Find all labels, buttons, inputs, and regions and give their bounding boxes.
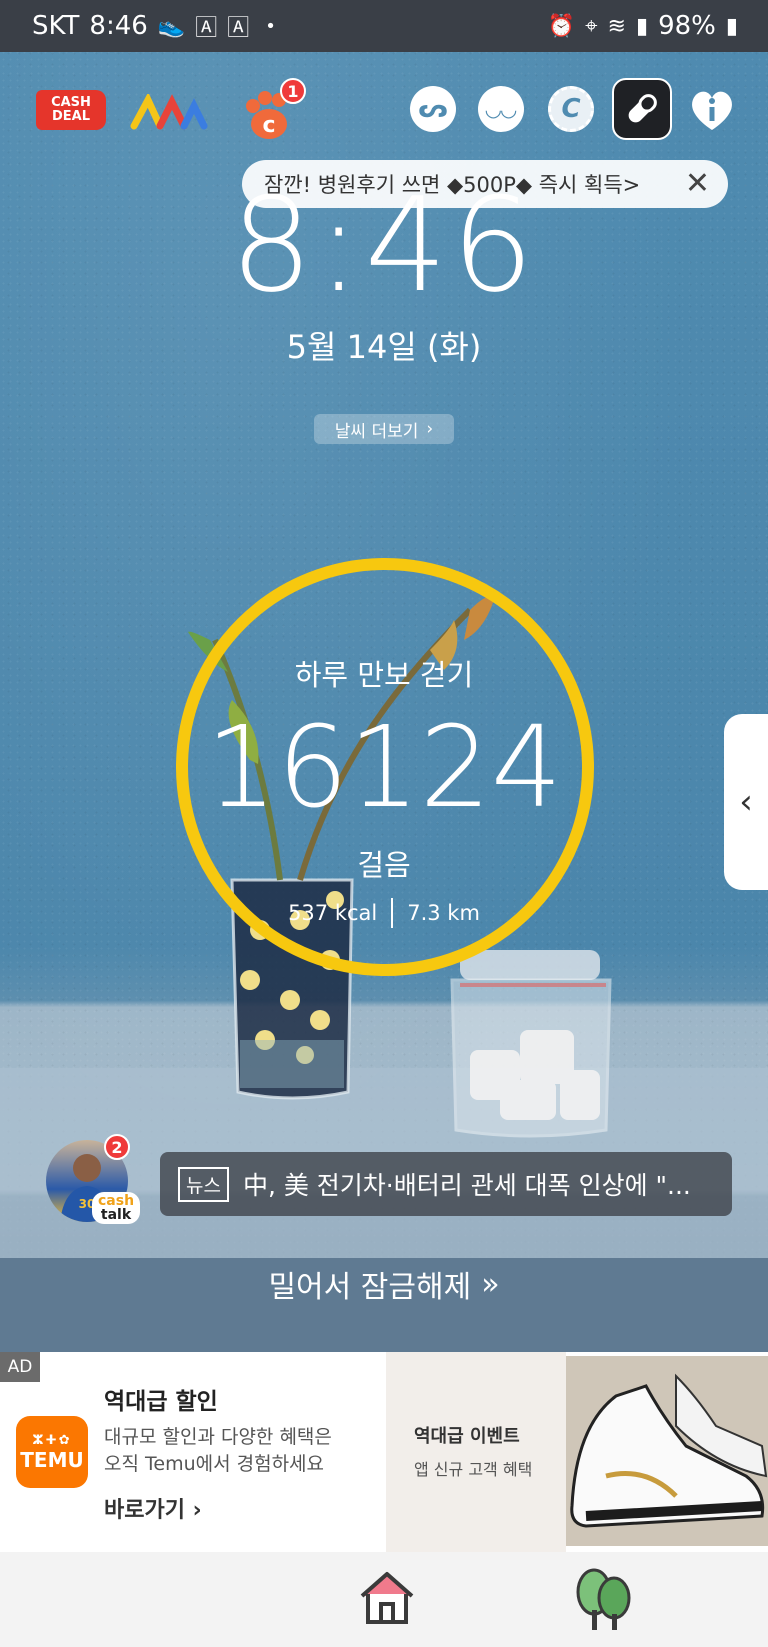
- tree-icon: [576, 1568, 631, 1630]
- status-left: SKT 8:46 👟 🄰 🄰 •: [32, 10, 276, 42]
- close-icon[interactable]: ✕: [685, 166, 710, 202]
- step-goal-title: 하루 만보 걷기: [294, 658, 474, 692]
- cash-deal-line1: CASH: [51, 95, 91, 110]
- weather-more-label: 날씨 더보기: [334, 421, 419, 442]
- brand-a-logo-icon: [130, 94, 208, 130]
- eye-app-button[interactable]: ◡◡: [478, 86, 524, 132]
- s-app-button[interactable]: ᔕ: [410, 86, 456, 132]
- pill-app-button[interactable]: [612, 78, 672, 140]
- weather-more-button[interactable]: 날씨 더보기 ›: [314, 414, 454, 444]
- temu-logo: ⵣⵜ✿ TEMU: [16, 1416, 88, 1488]
- svg-text:c: c: [262, 113, 275, 138]
- ad-banner[interactable]: AD ⵣⵜ✿ TEMU 역대급 할인 대규모 할인과 다양한 혜택은 오직 Te…: [0, 1352, 768, 1552]
- ad-event-title: 역대급 이벤트: [414, 1426, 520, 1447]
- status-bar: SKT 8:46 👟 🄰 🄰 • ⏰ ⌖ ≋ ▮ 98% ▮: [0, 0, 768, 52]
- cash-talk-tag: cash talk: [92, 1192, 141, 1224]
- status-right: ⏰ ⌖ ≋ ▮ 98% ▮: [548, 11, 738, 41]
- cash-talk-tag-line2: talk: [100, 1207, 132, 1223]
- calories-value: 537 kcal: [288, 901, 378, 925]
- ad-headline: 역대급 할인: [104, 1389, 218, 1415]
- promo-toast[interactable]: 잠깐! 병원후기 쓰면 ◆500P◆ 즉시 획득> ✕: [242, 160, 728, 208]
- ad-desc-line2: 오직 Temu에서 경험하세요: [104, 1453, 325, 1475]
- carrier-label: SKT: [32, 11, 80, 41]
- cash-deal-button[interactable]: CASH DEAL: [36, 90, 106, 130]
- battery-percent: 98%: [658, 11, 716, 41]
- location-icon: ⌖: [585, 13, 598, 39]
- s-swirl-icon: ᔕ: [418, 94, 448, 124]
- step-stats: 537 kcal 7.3 km: [0, 898, 768, 928]
- ad-event-panel[interactable]: 역대급 이벤트 앱 신규 고객 혜택: [386, 1352, 566, 1552]
- chevron-right-icon: ›: [192, 1498, 202, 1523]
- ad-cta-link[interactable]: 바로가기 ›: [104, 1492, 202, 1524]
- more-notifications-dot: •: [265, 15, 276, 37]
- side-panel-handle[interactable]: ‹: [724, 714, 768, 890]
- alarm-icon: ⏰: [547, 13, 576, 39]
- news-tag: 뉴스: [178, 1166, 229, 1202]
- heart-info-button[interactable]: [686, 84, 738, 136]
- step-unit: 걸음: [357, 848, 411, 882]
- heart-info-icon: [692, 91, 732, 130]
- ad-cta-label: 바로가기: [104, 1498, 185, 1523]
- cash-deal-line2: DEAL: [51, 109, 91, 124]
- ad-label: AD: [0, 1352, 40, 1382]
- cash-talk-badge: 2: [104, 1134, 130, 1160]
- notification-icon-1: 🄰: [195, 16, 218, 41]
- notification-icon-2: 🄰: [227, 16, 250, 41]
- news-ticker[interactable]: 뉴스 中, 美 전기차·배터리 관세 대폭 인상에 "...: [160, 1152, 732, 1216]
- top-icon-row: CASH DEAL c 1 ᔕ ◡◡ C: [0, 78, 768, 152]
- forest-button[interactable]: [574, 1566, 634, 1632]
- ad-event-subtitle: 앱 신규 고객 혜택: [414, 1460, 533, 1479]
- cash-talk-button[interactable]: 30 cash talk 2: [46, 1134, 141, 1226]
- home-button[interactable]: [356, 1568, 418, 1628]
- unlock-label: 밀어서 잠금해제: [268, 1270, 472, 1305]
- double-chevron-right-icon: »: [481, 1266, 500, 1302]
- house-icon: [360, 1572, 414, 1624]
- chevron-right-icon: ›: [426, 419, 434, 439]
- news-headline: 中, 美 전기차·배터리 관세 대폭 인상에 "...: [242, 1171, 691, 1200]
- distance-value: 7.3 km: [407, 901, 480, 925]
- signal-icon: ▮: [635, 13, 649, 39]
- ad-desc-line1: 대규모 할인과 다양한 혜택은: [104, 1426, 332, 1448]
- cash-talk-tag-line1: cash: [98, 1193, 135, 1209]
- brand-a-logo-button[interactable]: [130, 94, 208, 130]
- chevron-left-icon: ‹: [739, 782, 753, 822]
- cashwalk-paw-button[interactable]: c 1: [240, 78, 306, 142]
- bottom-nav: [0, 1552, 768, 1647]
- sleepy-eye-icon: ◡◡: [485, 97, 517, 121]
- running-shoe-icon: 👟: [157, 13, 186, 39]
- status-time: 8:46: [89, 11, 148, 41]
- ad-shoe-image[interactable]: [566, 1356, 768, 1546]
- step-count: 16124: [205, 703, 563, 833]
- promo-toast-text: 잠깐! 병원후기 쓰면 ◆500P◆ 즉시 획득>: [264, 173, 641, 197]
- temu-logo-text: TEMU: [20, 1447, 84, 1472]
- coin-c-icon: C: [561, 94, 581, 124]
- coin-c-button[interactable]: C: [548, 86, 594, 132]
- sneaker-image-icon: [566, 1356, 768, 1546]
- wifi-icon: ≋: [607, 13, 626, 39]
- pill-icon: [628, 94, 657, 123]
- paw-notification-badge: 1: [280, 78, 306, 104]
- slide-to-unlock[interactable]: 밀어서 잠금해제 »: [0, 1262, 768, 1306]
- stats-divider: [391, 898, 394, 928]
- battery-charging-icon: ▮: [725, 13, 738, 39]
- temu-logo-glyphs: ⵣⵜ✿: [32, 1432, 72, 1448]
- lock-date: 5월 14일 (화): [286, 328, 482, 366]
- ad-description: 대규모 할인과 다양한 혜택은 오직 Temu에서 경험하세요: [104, 1424, 374, 1478]
